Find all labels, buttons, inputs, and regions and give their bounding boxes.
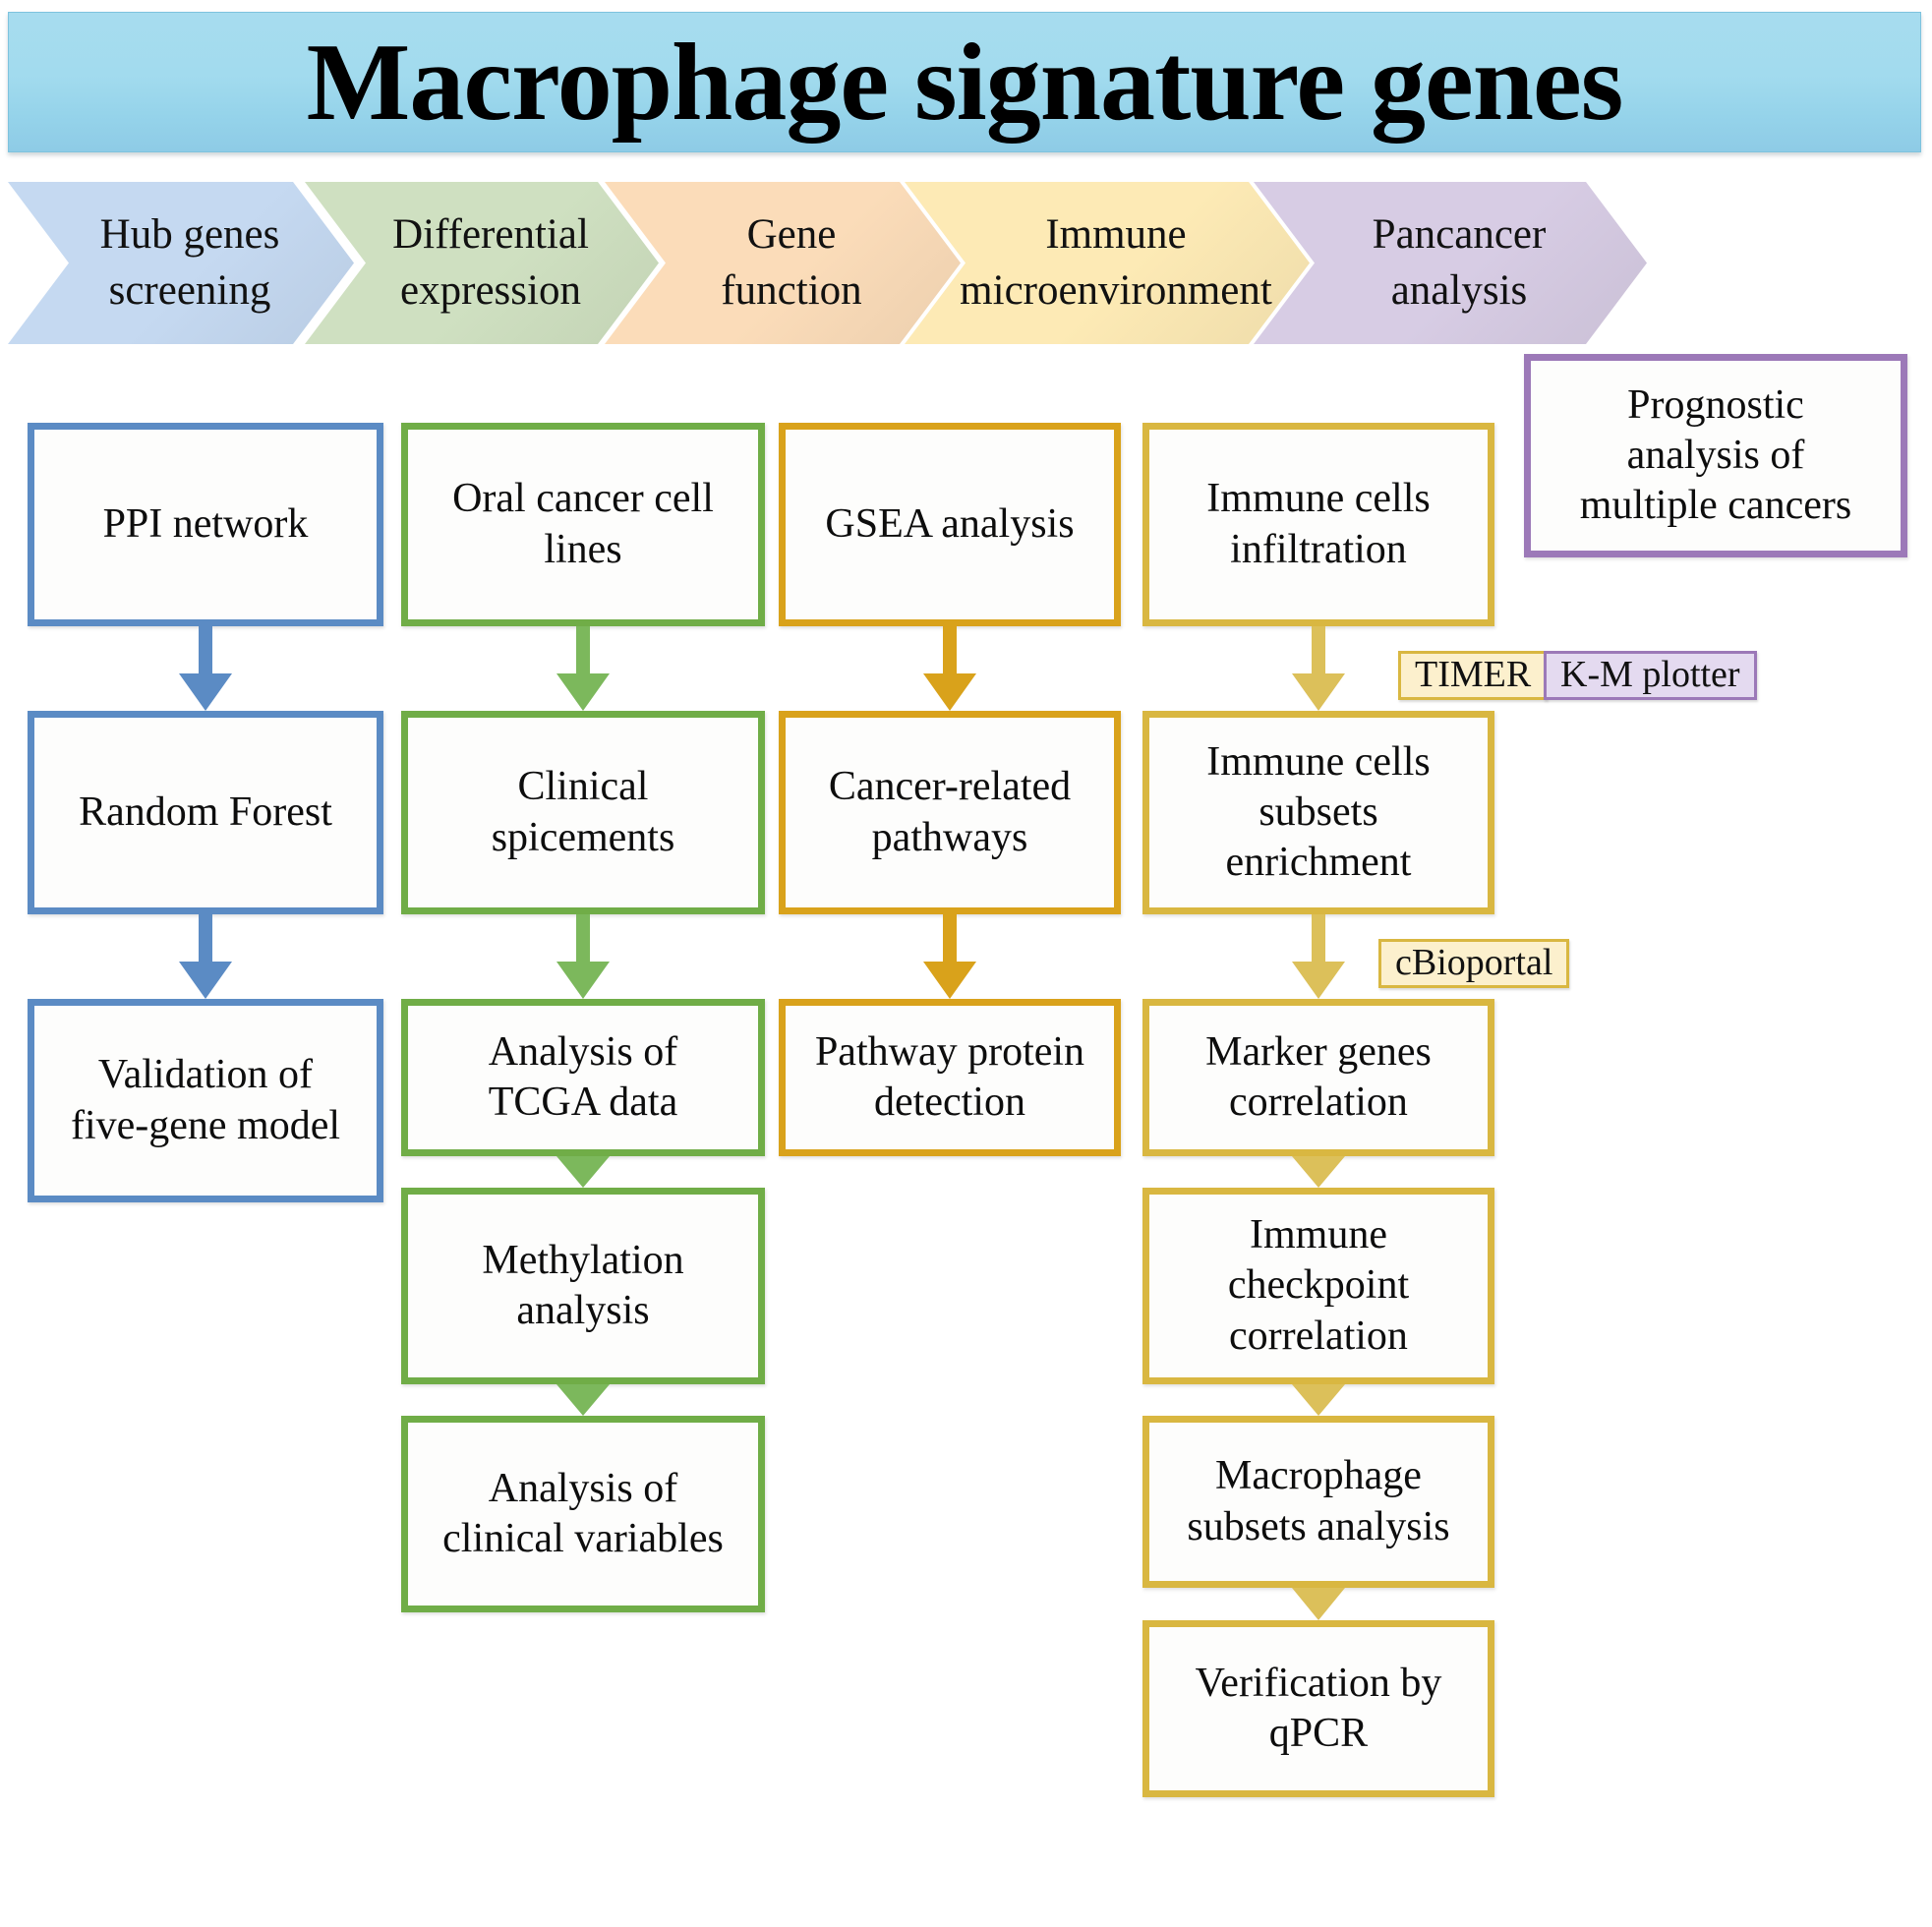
flow-arrow (1287, 1384, 1350, 1416)
flow-node-box[interactable]: Validation of five-gene model (28, 999, 383, 1202)
flow-node-label: Analysis of TCGA data (488, 1028, 678, 1125)
flow-arrow (552, 914, 615, 999)
flow-node-label: Verification by qPCR (1195, 1660, 1442, 1756)
stage-chevron-label: Hub genes screening (99, 210, 280, 314)
flow-node-label: Immune checkpoint correlation (1227, 1212, 1410, 1359)
flow-node-label: Immune cells subsets enrichment (1206, 738, 1431, 886)
stage-chevron-label: Differential expression (392, 210, 589, 314)
flow-node-box[interactable]: Marker genes correlation (1142, 999, 1494, 1156)
flow-arrow (1287, 626, 1350, 711)
flow-arrow (1287, 1588, 1350, 1620)
flow-arrow (552, 1384, 615, 1416)
flow-node-box[interactable]: Analysis of TCGA data (401, 999, 765, 1156)
tool-tag-label: cBioportal (1395, 942, 1553, 983)
flow-node-box[interactable]: Immune checkpoint correlation (1142, 1188, 1494, 1384)
flow-arrow (918, 914, 981, 999)
flow-node-box[interactable]: Methylation analysis (401, 1188, 765, 1384)
flow-node-label: Marker genes correlation (1205, 1028, 1432, 1125)
flow-node-box[interactable]: Pathway protein detection (779, 999, 1121, 1156)
flow-node-label: GSEA analysis (825, 500, 1075, 547)
flow-arrow (1287, 1156, 1350, 1188)
stage-chevron-label: Gene function (721, 210, 862, 314)
flow-node-box[interactable]: Random Forest (28, 711, 383, 914)
tool-tag-label: K-M plotter (1560, 654, 1740, 695)
flow-arrow (552, 1156, 615, 1188)
flow-arrow (174, 626, 237, 711)
flow-node-label: Oral cancer cell lines (452, 476, 714, 572)
flow-node-box[interactable]: Cancer-related pathways (779, 711, 1121, 914)
flow-node-label: Analysis of clinical variables (442, 1465, 724, 1561)
flow-node-box[interactable]: GSEA analysis (779, 423, 1121, 626)
flow-arrow (918, 626, 981, 711)
flow-node-box[interactable]: Verification by qPCR (1142, 1620, 1494, 1797)
flow-node-label: Immune cells infiltration (1206, 476, 1431, 572)
tool-tag[interactable]: cBioportal (1378, 939, 1570, 988)
flow-node-box[interactable]: Oral cancer cell lines (401, 423, 765, 626)
flow-node-box[interactable]: Macrophage subsets analysis (1142, 1416, 1494, 1588)
flow-node-label: Clinical spicements (491, 764, 675, 860)
stage-chevron-1[interactable]: Differential expression (305, 182, 659, 344)
tool-tag[interactable]: TIMER (1398, 651, 1549, 700)
stage-chevron-4[interactable]: Pancancer analysis (1254, 182, 1647, 344)
page-title: Macrophage signature genes (306, 21, 1624, 144)
flow-node-box[interactable]: PPI network (28, 423, 383, 626)
flow-node-label: Random Forest (79, 788, 332, 835)
flow-node-label: Prognostic analysis of multiple cancers (1579, 381, 1852, 529)
tool-tag[interactable]: K-M plotter (1544, 651, 1757, 700)
flow-node-box[interactable]: Prognostic analysis of multiple cancers (1524, 354, 1907, 557)
flow-arrow (174, 914, 237, 999)
stage-chevron-0[interactable]: Hub genes screening (8, 182, 354, 344)
flow-node-box[interactable]: Analysis of clinical variables (401, 1416, 765, 1612)
stage-chevron-label: Pancancer analysis (1372, 210, 1547, 314)
flow-node-box[interactable]: Immune cells infiltration (1142, 423, 1494, 626)
tool-tag-label: TIMER (1415, 654, 1532, 695)
flow-node-label: Cancer-related pathways (828, 764, 1072, 860)
stage-chevron-band: Hub genes screening Differential expressi… (0, 182, 1932, 344)
flow-node-label: Methylation analysis (482, 1237, 684, 1333)
flow-node-box[interactable]: Clinical spicements (401, 711, 765, 914)
page-title-banner: Macrophage signature genes (8, 12, 1921, 152)
flow-arrow (1287, 914, 1350, 999)
flow-node-label: PPI network (102, 500, 309, 547)
stage-chevron-label: Immune microenvironment (960, 210, 1272, 314)
flow-node-label: Macrophage subsets analysis (1187, 1453, 1450, 1549)
flow-node-label: Validation of five-gene model (70, 1052, 341, 1148)
stage-chevron-3[interactable]: Immune microenvironment (905, 182, 1310, 344)
flow-arrow (552, 626, 615, 711)
flow-node-label: Pathway protein detection (814, 1028, 1085, 1125)
flow-node-box[interactable]: Immune cells subsets enrichment (1142, 711, 1494, 914)
